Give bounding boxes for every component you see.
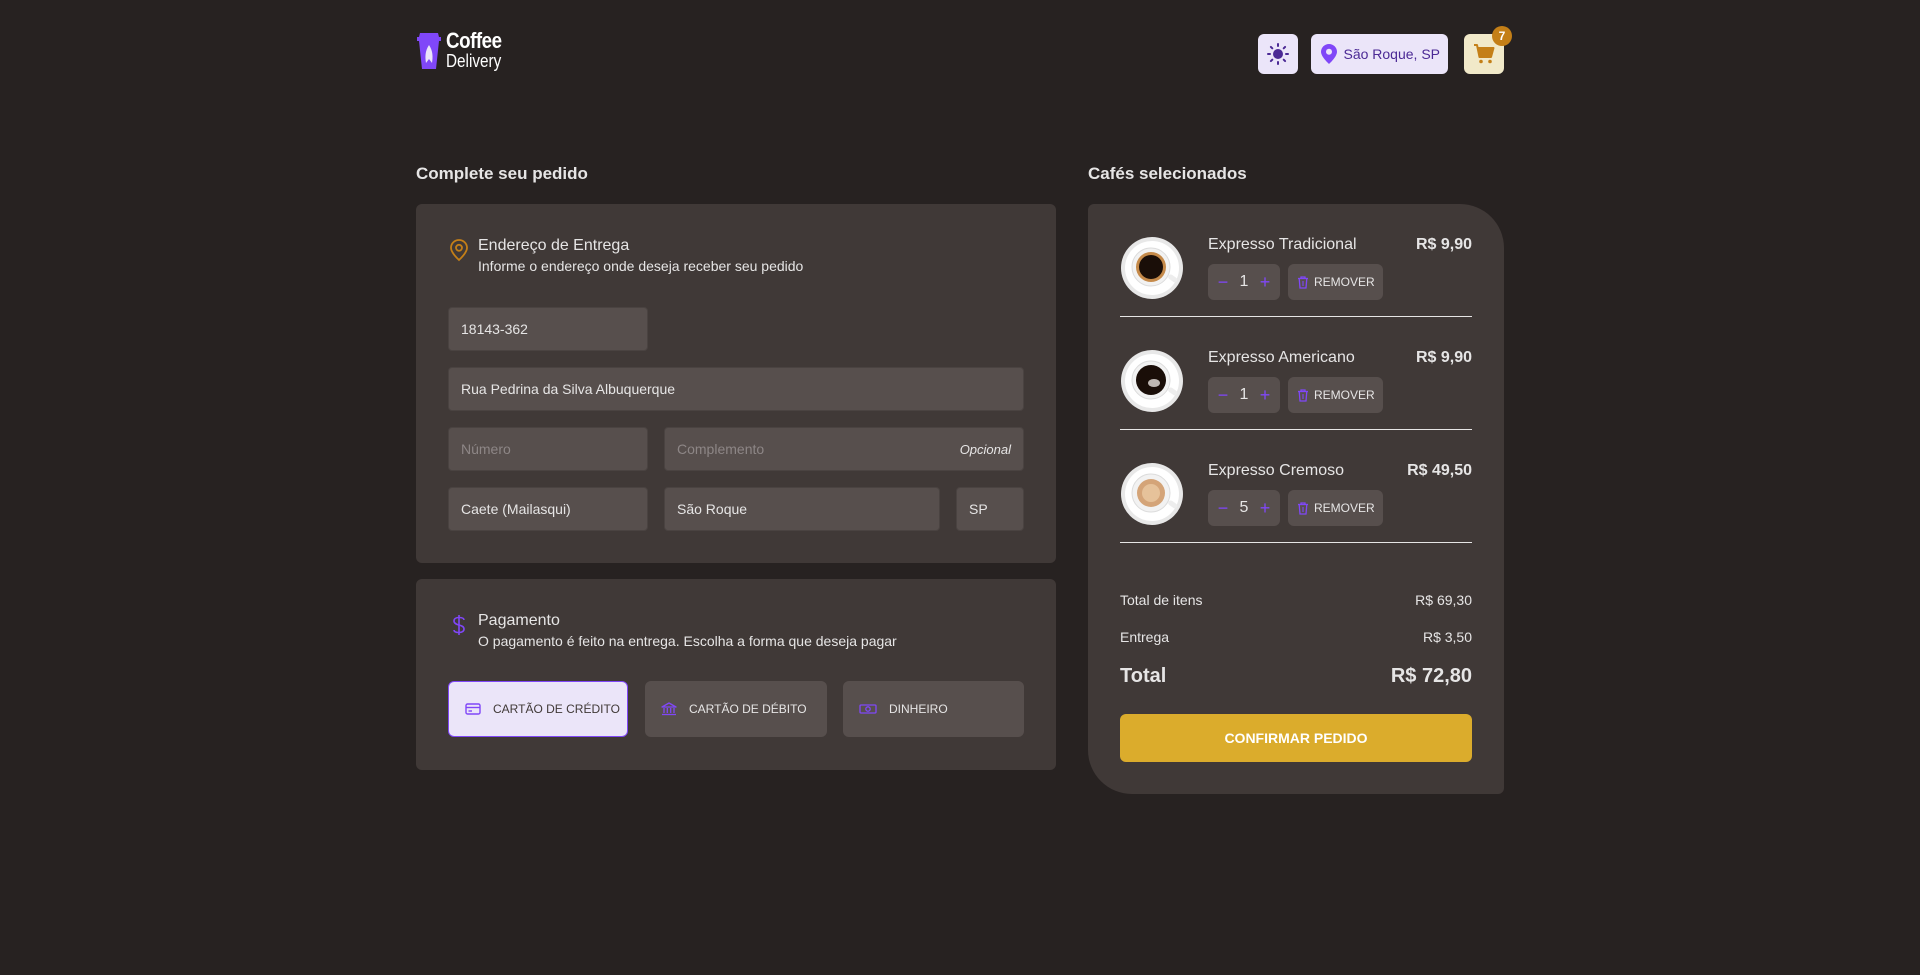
remove-label: REMOVER [1314, 388, 1375, 402]
item-name: Expresso Americano [1208, 349, 1355, 366]
coffee-expresso-tradicional-image [1121, 237, 1183, 299]
theme-toggle-button[interactable] [1258, 34, 1299, 74]
payment-option-label: Cartão de débito [689, 702, 807, 716]
payment-option-label: Dinheiro [889, 702, 948, 716]
plus-button[interactable]: + [1258, 272, 1272, 293]
credit-card-icon [465, 703, 481, 715]
quantity-value: 1 [1239, 273, 1249, 290]
address-subtitle: Informe o endereço onde deseja receber s… [478, 258, 804, 274]
city-input[interactable]: São Roque [664, 487, 940, 531]
payment-title: Pagamento [478, 612, 560, 629]
cart-item: Expresso Tradicional R$ 9,90 − 1 + REMOV… [1120, 204, 1472, 317]
payment-option-credit[interactable]: Cartão de crédito [448, 681, 628, 737]
cart-item: Expresso Americano R$ 9,90 − 1 + REMOVER [1120, 317, 1472, 430]
remove-button[interactable]: REMOVER [1288, 490, 1383, 526]
item-name: Expresso Tradicional [1208, 236, 1357, 253]
sun-icon [1267, 43, 1290, 65]
number-placeholder: Número [461, 441, 511, 457]
map-pin-icon [1321, 44, 1338, 64]
cep-input[interactable]: 18143-362 [448, 307, 648, 351]
summary-total-row: Total R$ 72,80 [1120, 665, 1472, 688]
item-name: Expresso Cremoso [1208, 462, 1345, 479]
trash-icon [1298, 389, 1308, 402]
shopping-cart-icon [1474, 44, 1495, 64]
location-button[interactable]: São Roque, SP [1311, 34, 1448, 74]
payment-option-cash[interactable]: Dinheiro [843, 681, 1024, 737]
remove-button[interactable]: REMOVER [1288, 264, 1383, 300]
cart-button[interactable]: 7 [1464, 26, 1512, 74]
street-input[interactable]: Rua Pedrina da Silva Albuquerque [448, 367, 1024, 411]
confirm-order-button[interactable]: Confirmar pedido [1120, 714, 1472, 762]
summary-delivery-label: Entrega [1120, 629, 1170, 645]
header: Coffee Delivery São Roque, SP 7 [416, 0, 1512, 108]
trash-icon [1298, 276, 1308, 289]
summary-delivery-value: R$ 3,50 [1422, 629, 1472, 645]
summary-items-row: Total de itens R$ 69,30 [1120, 592, 1472, 608]
summary-delivery-row: Entrega R$ 3,50 [1120, 629, 1472, 645]
summary-items-label: Total de itens [1120, 592, 1203, 608]
item-price: R$ 9,90 [1415, 349, 1472, 366]
quantity-value: 1 [1239, 386, 1249, 403]
minus-button[interactable]: − [1216, 385, 1230, 406]
number-input[interactable]: Número [448, 427, 648, 471]
cart-count-badge: 7 [1492, 26, 1512, 46]
coffee-expresso-cremoso-image [1121, 463, 1183, 525]
item-price: R$ 9,90 [1415, 236, 1472, 253]
remove-label: REMOVER [1314, 275, 1375, 289]
quantity-stepper: − 1 + [1208, 377, 1280, 413]
address-card: Endereço de Entrega Informe o endereço o… [416, 204, 1056, 563]
summary-total-label: Total [1120, 665, 1167, 687]
complement-input[interactable]: Complemento Opcional [664, 427, 1024, 471]
logo[interactable]: Coffee Delivery [416, 28, 511, 71]
coffee-expresso-americano-image [1121, 350, 1183, 412]
payment-option-debit[interactable]: Cartão de débito [645, 681, 827, 737]
cart-item: Expresso Cremoso R$ 49,50 − 5 + REMOVER [1120, 430, 1472, 543]
location-label: São Roque, SP [1343, 46, 1440, 62]
coffee-cup-logo-icon [417, 33, 441, 69]
money-icon [859, 704, 877, 714]
item-price: R$ 49,50 [1407, 462, 1472, 479]
minus-button[interactable]: − [1216, 272, 1230, 293]
optional-label: Opcional [959, 441, 1011, 457]
uf-input[interactable]: SP [956, 487, 1024, 531]
trash-icon [1298, 502, 1308, 515]
logo-line1: Coffee [446, 28, 502, 53]
checkout-title: Complete seu pedido [416, 164, 588, 183]
map-pin-outline-icon [450, 239, 468, 262]
remove-label: REMOVER [1314, 501, 1375, 515]
quantity-value: 5 [1239, 499, 1249, 516]
summary-total-value: R$ 72,80 [1390, 665, 1472, 687]
quantity-stepper: − 1 + [1208, 264, 1280, 300]
payment-card: Pagamento O pagamento é feito na entrega… [416, 579, 1056, 770]
plus-button[interactable]: + [1258, 498, 1272, 519]
remove-button[interactable]: REMOVER [1288, 377, 1383, 413]
bank-icon [661, 702, 677, 716]
plus-button[interactable]: + [1258, 385, 1272, 406]
payment-subtitle: O pagamento é feito na entrega. Escolha … [478, 633, 897, 649]
quantity-stepper: − 5 + [1208, 490, 1280, 526]
neighborhood-input[interactable]: Caete (Mailasqui) [448, 487, 648, 531]
payment-option-label: Cartão de crédito [493, 702, 620, 716]
summary-items-value: R$ 69,30 [1415, 592, 1472, 608]
dollar-icon [453, 615, 465, 635]
cart-title: Cafés selecionados [1088, 164, 1247, 183]
address-title: Endereço de Entrega [478, 237, 630, 254]
complement-placeholder: Complemento [677, 441, 765, 457]
logo-line2: Delivery [446, 51, 502, 71]
order-summary-card: Expresso Tradicional R$ 9,90 − 1 + REMOV… [1088, 204, 1504, 794]
minus-button[interactable]: − [1216, 498, 1230, 519]
